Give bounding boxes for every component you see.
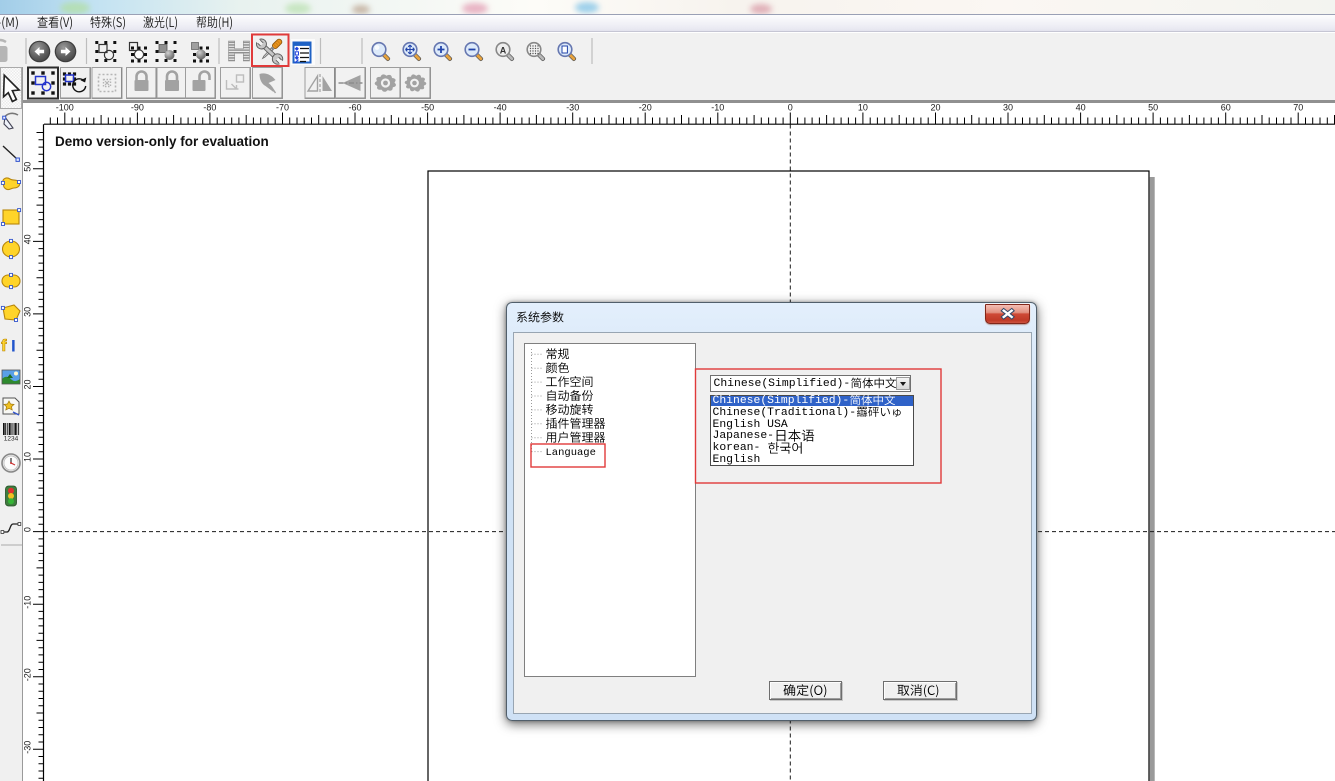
svg-text:50: 50 [23, 162, 33, 172]
svg-text:-30: -30 [23, 741, 33, 754]
svg-text:40: 40 [23, 234, 33, 244]
svg-text:70: 70 [1293, 103, 1303, 113]
svg-text:-40: -40 [494, 103, 507, 113]
svg-text:20: 20 [930, 103, 940, 113]
svg-text:50: 50 [1148, 103, 1158, 113]
svg-text:-20: -20 [23, 668, 33, 681]
svg-text:1234: 1234 [4, 436, 19, 443]
svg-text:40: 40 [1076, 103, 1086, 113]
svg-text:-80: -80 [203, 103, 216, 113]
svg-text:-70: -70 [276, 103, 289, 113]
svg-text:-30: -30 [566, 103, 579, 113]
svg-text:20: 20 [23, 379, 33, 389]
svg-text:f: f [1, 336, 7, 355]
svg-text:A: A [500, 45, 507, 55]
svg-text:-10: -10 [23, 596, 33, 609]
svg-text:-90: -90 [131, 103, 144, 113]
svg-text:30: 30 [1003, 103, 1013, 113]
svg-text:0: 0 [788, 103, 793, 113]
svg-text:-50: -50 [421, 103, 434, 113]
svg-text:-100: -100 [56, 103, 74, 113]
svg-text:30: 30 [23, 307, 33, 317]
svg-text:10: 10 [858, 103, 868, 113]
svg-text:10: 10 [23, 452, 33, 462]
svg-text:-60: -60 [348, 103, 361, 113]
svg-text:-10: -10 [711, 103, 724, 113]
svg-text:I: I [11, 337, 16, 356]
svg-text:0: 0 [23, 527, 33, 532]
svg-text:Demo version-only for evaluati: Demo version-only for evaluation [55, 134, 269, 149]
svg-text:-20: -20 [639, 103, 652, 113]
svg-text:60: 60 [1221, 103, 1231, 113]
